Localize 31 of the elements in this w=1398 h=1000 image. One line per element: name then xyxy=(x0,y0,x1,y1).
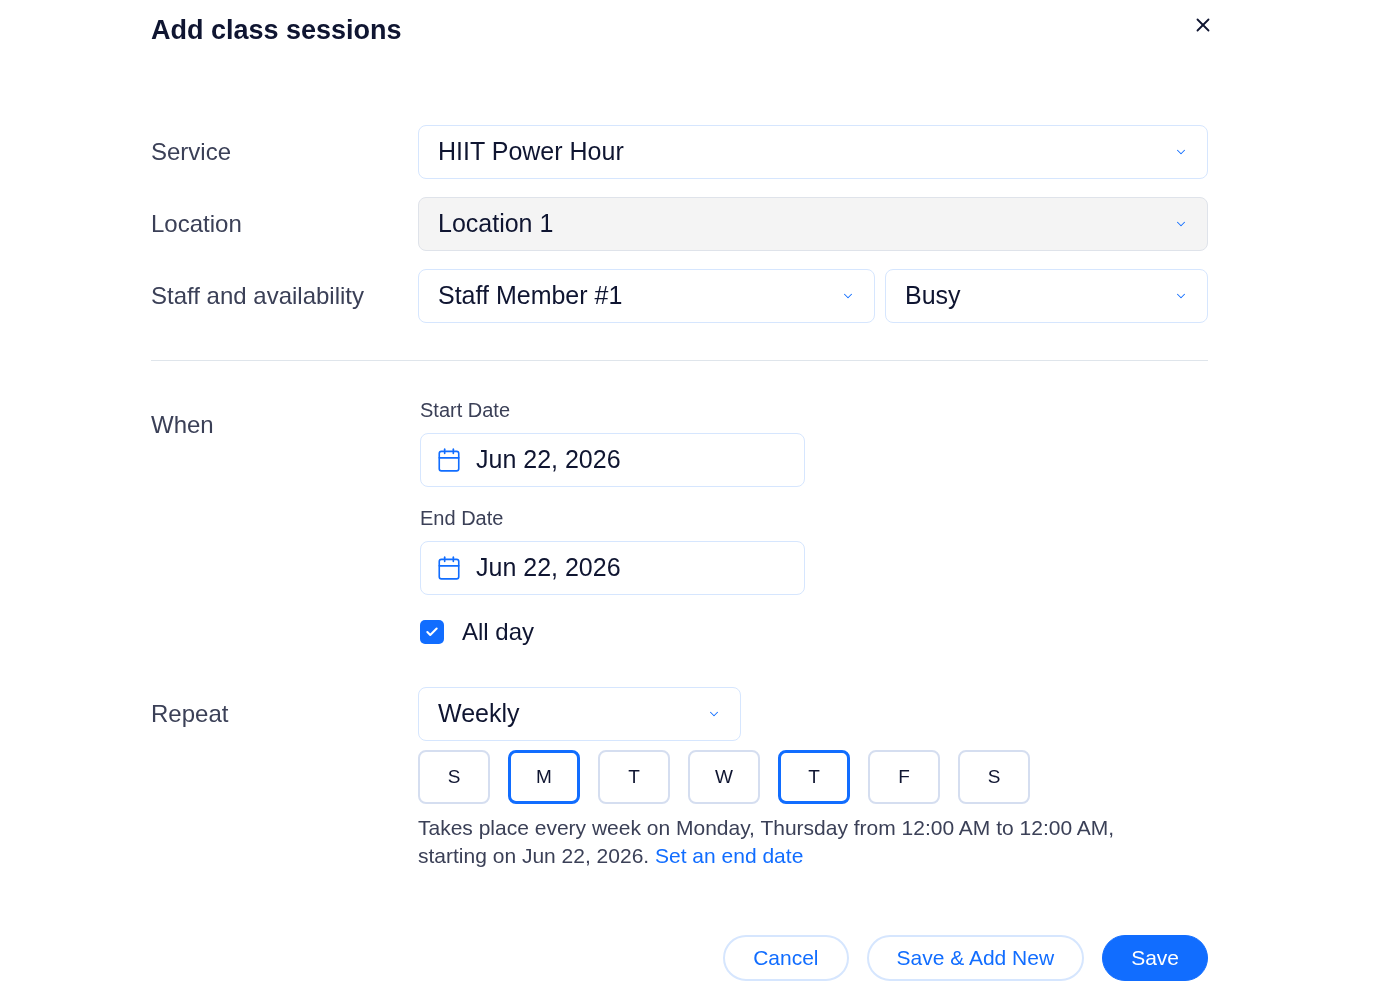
dialog-title: Add class sessions xyxy=(151,14,402,47)
weekday-toggle[interactable]: F xyxy=(868,750,940,804)
date-label: End Date xyxy=(420,506,505,530)
checkbox-label: All day xyxy=(462,617,535,647)
weekday-toggle[interactable]: S xyxy=(418,750,490,804)
date-field[interactable]: Jun 22, 2026 xyxy=(420,433,805,487)
secondary-button[interactable]: Cancel xyxy=(723,935,849,981)
date-field[interactable]: Jun 22, 2026 xyxy=(420,541,805,595)
weekday-toggle[interactable]: T xyxy=(598,750,670,804)
secondary-button[interactable]: Save & Add New xyxy=(866,935,1085,981)
field-label: When xyxy=(151,410,215,440)
field-label: Service xyxy=(151,137,233,167)
calendar-icon xyxy=(436,447,462,473)
weekday-toggle[interactable]: S xyxy=(958,750,1030,804)
dropdown[interactable]: Staff Member #1 xyxy=(418,269,875,323)
field-label: Repeat xyxy=(151,699,230,729)
dropdown[interactable]: Busy xyxy=(885,269,1208,323)
calendar-icon xyxy=(436,555,462,581)
repeat-summary: Takes place every week on Monday, Thursday from 12:00 AM to 12:00 AM, starting on Jun 22, 2026. Set an end date xyxy=(418,815,1116,869)
save-button[interactable]: Save xyxy=(1102,935,1208,981)
check-icon xyxy=(425,625,439,639)
dropdown[interactable]: HIIT Power Hour xyxy=(418,125,1208,179)
weekday-toggle[interactable]: M xyxy=(508,750,580,804)
all-day-checkbox[interactable] xyxy=(420,620,444,644)
set-end-date-link[interactable]: Set an end date xyxy=(655,844,804,867)
weekday-toggle[interactable]: T xyxy=(778,750,850,804)
weekday-toggle[interactable]: W xyxy=(688,750,760,804)
dropdown[interactable]: Weekly xyxy=(418,687,741,741)
field-label: Location xyxy=(151,209,243,239)
field-label: Staff and availability xyxy=(151,281,366,311)
date-label: Start Date xyxy=(420,398,512,422)
